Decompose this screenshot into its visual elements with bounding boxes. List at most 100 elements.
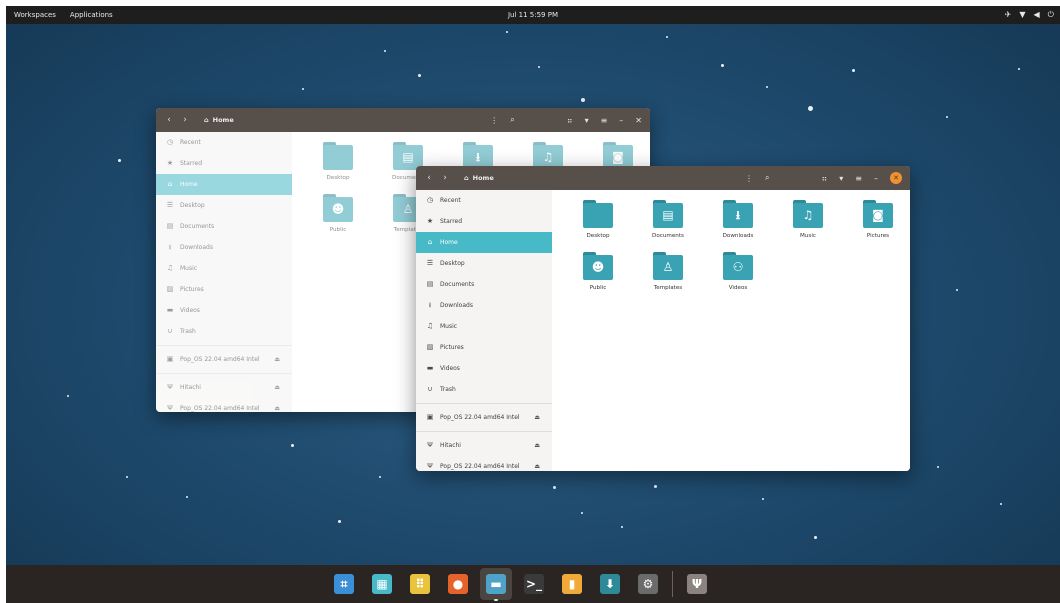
notification-icon[interactable]: ✈ <box>1005 6 1012 24</box>
sidebar-item-pop-os-22-04-amd64-intel[interactable]: Ψ Pop_OS 22.04 amd64 Intel ⏏ <box>156 398 292 412</box>
back-button[interactable]: ‹ <box>162 112 176 128</box>
folder-icon: ☻ <box>583 252 613 280</box>
close-icon[interactable]: ✕ <box>635 116 642 125</box>
sidebar-item-home[interactable]: ⌂ Home <box>156 174 292 195</box>
folder-downloads[interactable]: ⭳ Downloads <box>704 200 772 239</box>
sidebar-item-starred[interactable]: ★ Starred <box>156 153 292 174</box>
sidebar-item-label: Trash <box>440 386 456 393</box>
hamburger-menu-icon[interactable]: ≡ <box>601 116 608 125</box>
sidebar-item-label: Hitachi <box>440 442 461 449</box>
folder-templates[interactable]: ♙ Templates <box>634 252 702 291</box>
sidebar-item-home[interactable]: ⌂ Home <box>416 232 552 253</box>
back-button[interactable]: ‹ <box>422 170 436 186</box>
path-bar[interactable]: ⌂ Home <box>204 108 234 132</box>
star <box>621 526 623 528</box>
sidebar-item-music[interactable]: ♫ Music <box>156 258 292 279</box>
folder-videos[interactable]: ⚇ Videos <box>704 252 772 291</box>
folder-desktop[interactable]: Desktop <box>564 200 632 239</box>
firefox-icon[interactable]: ● <box>442 568 474 600</box>
terminal-icon[interactable]: >_ <box>518 568 550 600</box>
app-grid-icon[interactable]: ⠿ <box>404 568 436 600</box>
sidebar-item-hitachi[interactable]: Ψ Hitachi ⏏ <box>416 435 552 456</box>
sidebar-item-pop-os-22-04-amd64-intel[interactable]: ▣ Pop_OS 22.04 amd64 Intel ⏏ <box>156 349 292 370</box>
sidebar-item-label: Hitachi <box>180 384 201 391</box>
path-bar[interactable]: ⌂ Home <box>464 166 494 190</box>
power-icon[interactable]: ⏻ <box>1048 6 1054 24</box>
search-icon[interactable]: ⌕ <box>510 115 514 125</box>
sidebar-item-downloads[interactable]: ⭳ Downloads <box>156 237 292 258</box>
sidebar-item-pop-os-22-04-amd64-intel[interactable]: Ψ Pop_OS 22.04 amd64 Intel ⏏ <box>416 456 552 471</box>
folder-label: Templates <box>653 285 683 291</box>
sidebar-item-pictures[interactable]: ▨ Pictures <box>416 337 552 358</box>
menu-icon[interactable]: ⋮ <box>745 174 753 183</box>
sidebar-item-trash[interactable]: ∪ Trash <box>156 321 292 342</box>
wifi-icon[interactable]: ▼ <box>1019 6 1025 24</box>
sidebar-item-label: Desktop <box>180 202 205 209</box>
sidebar-item-desktop[interactable]: ☰ Desktop <box>156 195 292 216</box>
sidebar-item-label: Documents <box>180 223 215 230</box>
eject-icon[interactable]: ⏏ <box>534 435 540 456</box>
sidebar-item-downloads[interactable]: ⭳ Downloads <box>416 295 552 316</box>
hamburger-menu-icon[interactable]: ≡ <box>855 174 862 183</box>
volume-icon[interactable]: ◀ <box>1034 6 1040 24</box>
minimize-icon[interactable]: – <box>874 174 878 183</box>
sidebar-item-starred[interactable]: ★ Starred <box>416 211 552 232</box>
notes-icon[interactable]: ▮ <box>556 568 588 600</box>
desktop-layout-icon[interactable]: ▦ <box>366 568 398 600</box>
sidebar-item-label: Videos <box>440 365 460 372</box>
chevron-down-icon[interactable]: ▾ <box>839 174 843 183</box>
settings-icon[interactable]: ⚙ <box>632 568 664 600</box>
headerbar: ‹ › ⌂ Home ⋮ ⌕ ⠶ ▾ ≡ – ✕ <box>416 166 910 190</box>
eject-icon[interactable]: ⏏ <box>534 456 540 471</box>
sidebar-item-hitachi[interactable]: Ψ Hitachi ⏏ <box>156 377 292 398</box>
forward-button[interactable]: › <box>178 112 192 128</box>
desktop-icon: ☰ <box>166 201 174 209</box>
sidebar-item-desktop[interactable]: ☰ Desktop <box>416 253 552 274</box>
sidebar-separator <box>416 403 552 404</box>
pop-shop-icon[interactable]: ⬇ <box>594 568 626 600</box>
folder-icon: ⭳ <box>723 200 753 228</box>
folder-public[interactable]: ☻ Public <box>564 252 632 291</box>
sidebar-item-music[interactable]: ♫ Music <box>416 316 552 337</box>
usb-icon: Ψ <box>427 441 433 449</box>
eject-icon[interactable]: ⏏ <box>274 398 280 412</box>
files-icon[interactable]: ▬ <box>480 568 512 601</box>
sidebar-item-documents[interactable]: ▤ Documents <box>416 274 552 295</box>
grid-view-icon[interactable]: ⠶ <box>567 116 573 125</box>
sidebar-item-label: Home <box>180 181 198 188</box>
sidebar-item-label: Videos <box>180 307 200 314</box>
sidebar-item-pop-os-22-04-amd64-intel[interactable]: ▣ Pop_OS 22.04 amd64 Intel ⏏ <box>416 407 552 428</box>
sidebar-item-label: Desktop <box>440 260 465 267</box>
workspaces-icon[interactable]: ⌗ <box>328 568 360 600</box>
chevron-down-icon[interactable]: ▾ <box>585 116 589 125</box>
usb-drive-icon[interactable]: Ψ <box>681 568 713 600</box>
grid-view-icon[interactable]: ⠶ <box>821 174 827 183</box>
eject-icon[interactable]: ⏏ <box>274 377 280 398</box>
files-window-front[interactable]: ‹ › ⌂ Home ⋮ ⌕ ⠶ ▾ ≡ – ✕ ◷ Recent ★ Starred ⌂… <box>416 166 910 471</box>
folder-music[interactable]: ♫ Music <box>774 200 842 239</box>
sidebar-item-recent[interactable]: ◷ Recent <box>416 190 552 211</box>
folder-pictures[interactable]: ◙ Pictures <box>844 200 910 239</box>
eject-icon[interactable]: ⏏ <box>534 407 540 428</box>
search-icon[interactable]: ⌕ <box>765 173 769 183</box>
star <box>379 476 381 478</box>
desktop-layout-glyph: ▦ <box>372 574 392 594</box>
minimize-icon[interactable]: – <box>619 116 623 125</box>
sidebar-item-label: Documents <box>440 281 475 288</box>
sidebar-item-videos[interactable]: ▬ Videos <box>156 300 292 321</box>
folder-desktop[interactable]: Desktop <box>304 142 372 181</box>
sidebar-item-trash[interactable]: ∪ Trash <box>416 379 552 400</box>
star <box>67 395 69 397</box>
sidebar-item-documents[interactable]: ▤ Documents <box>156 216 292 237</box>
sidebar-item-pictures[interactable]: ▨ Pictures <box>156 279 292 300</box>
menu-icon[interactable]: ⋮ <box>490 116 498 125</box>
forward-button[interactable]: › <box>438 170 452 186</box>
sidebar-item-recent[interactable]: ◷ Recent <box>156 132 292 153</box>
clock[interactable]: Jul 11 5:59 PM <box>508 11 558 19</box>
folder-public[interactable]: ☻ Public <box>304 194 372 233</box>
star <box>291 444 294 447</box>
folder-documents[interactable]: ▤ Documents <box>634 200 702 239</box>
sidebar-item-videos[interactable]: ▬ Videos <box>416 358 552 379</box>
close-icon[interactable]: ✕ <box>890 172 902 184</box>
eject-icon[interactable]: ⏏ <box>274 349 280 370</box>
